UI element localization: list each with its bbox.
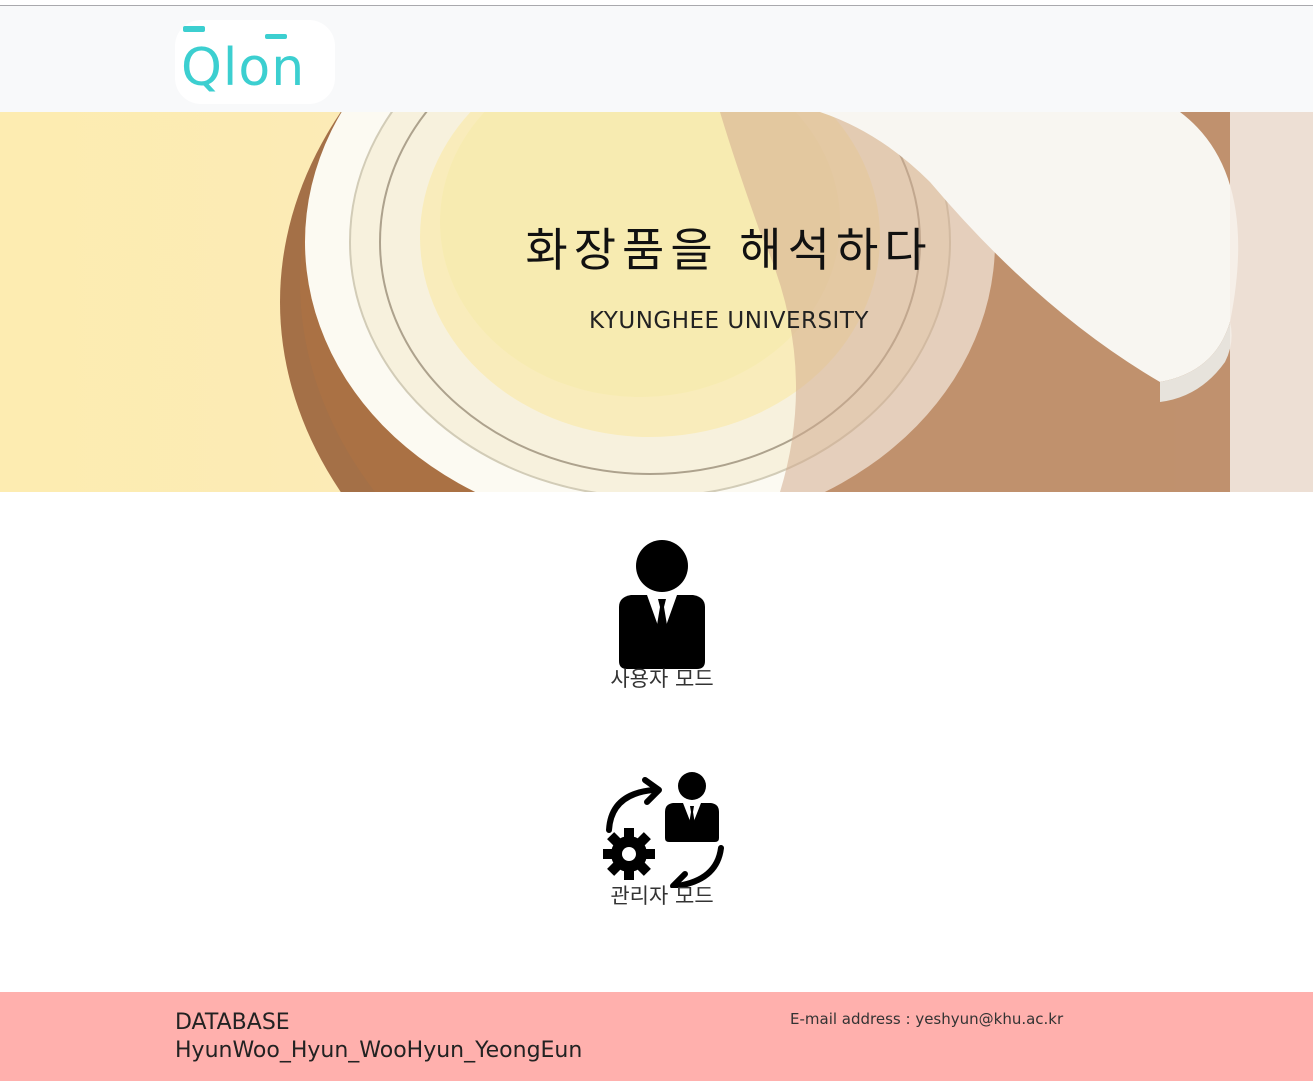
- logo-mark-bar: [183, 26, 205, 32]
- logo-text: Qlon: [181, 38, 306, 98]
- cushion-compact-image: [0, 112, 1313, 492]
- hero-banner: 화장품을 해석하다 KYUNGHEE UNIVERSITY: [0, 112, 1313, 492]
- admin-mode-label: 관리자 모드: [610, 884, 714, 908]
- site-logo[interactable]: Qlon: [175, 20, 335, 104]
- businessman-icon: [619, 540, 705, 669]
- hero-title: 화장품을 해석하다: [525, 223, 933, 277]
- user-mode-label: 사용자 모드: [610, 667, 714, 691]
- admin-gear-cycle-icon: [603, 772, 724, 888]
- footer-team-names: HyunWoo_Hyun_WooHyun_YeongEun: [175, 1038, 583, 1063]
- footer: DATABASE HyunWoo_Hyun_WooHyun_YeongEun E…: [0, 992, 1313, 1081]
- footer-title: DATABASE: [175, 1010, 290, 1035]
- hero-subtitle: KYUNGHEE UNIVERSITY: [589, 308, 869, 334]
- navbar: Qlon: [0, 6, 1313, 112]
- footer-email: E-mail address : yeshyun@khu.ac.kr: [790, 1010, 1064, 1028]
- user-mode-button[interactable]: 사용자 모드: [560, 535, 764, 700]
- admin-mode-button[interactable]: 관리자 모드: [560, 768, 764, 928]
